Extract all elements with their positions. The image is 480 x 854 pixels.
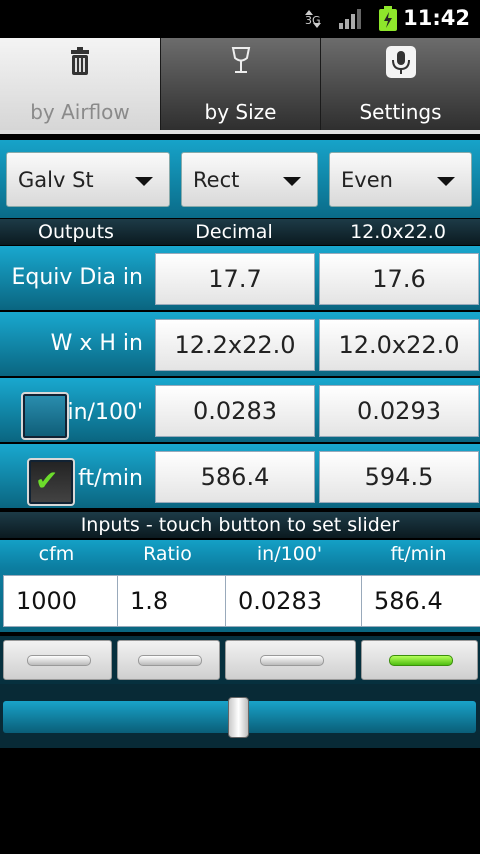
friction-input[interactable]: 0.0283 [225,575,368,627]
ratio-input[interactable]: 1.8 [117,575,232,627]
decimal-value: 586.4 [155,451,315,503]
input-header-cfm: cfm [38,543,75,565]
material-dropdown[interactable]: Galv St [6,152,170,207]
inputs-row: 1000 1.8 0.0283 586.4 [0,568,480,632]
outputs-title: Outputs [38,221,114,243]
tab-by-airflow[interactable]: by Airflow [0,38,160,130]
input-header-friction: in/100' [256,543,323,565]
row-label: ft/min [78,466,143,491]
inputs-header: cfm Ratio in/100' ft/min [0,540,480,568]
cfm-input[interactable]: 1000 [3,575,124,627]
wine-glass-icon [230,46,252,81]
shape-value: Rect [193,168,240,192]
indicator-light-active-icon [388,655,453,666]
network-type-label: 3G [305,14,321,27]
decimal-value: 12.2x22.0 [155,319,315,371]
select-friction-button[interactable] [225,640,356,680]
output-row-equiv-dia: Equiv Dia in 17.7 17.6 [0,246,480,310]
outputs-header: Outputs Decimal 12.0x22.0 [0,219,480,245]
tab-label: by Size [204,100,277,124]
battery-charging-icon [378,6,400,36]
decimal-value: 17.7 [155,253,315,305]
value-slider-thumb[interactable] [228,697,249,738]
velocity-checkbox[interactable]: ✔ [27,458,75,506]
output-row-w-x-h: W x H in 12.2x22.0 12.0x22.0 [0,312,480,376]
row-label: W x H in [50,331,143,356]
select-cfm-button[interactable] [3,640,112,680]
clock: 11:42 [403,6,470,30]
input-header-velocity: ft/min [390,543,447,565]
size-value: 594.5 [319,451,479,503]
slider-select-buttons [0,636,480,684]
tab-label: Settings [359,100,442,124]
chevron-down-icon [437,177,455,186]
tab-divider [0,130,480,134]
output-row-friction: in/100' 0.0283 0.0293 [0,378,480,442]
size-column-header: 12.0x22.0 [350,221,446,243]
inputs-title-bar: Inputs - touch button to set slider [0,512,480,538]
chevron-down-icon [283,177,301,186]
size-value: 12.0x22.0 [319,319,479,371]
output-row-velocity: ✔ ft/min 586.4 594.5 [0,444,480,508]
row-label: Equiv Dia in [11,265,143,290]
input-header-ratio: Ratio [143,543,192,565]
size-value: 0.0293 [319,385,479,437]
microphone-icon [385,46,416,83]
decimal-value: 0.0283 [155,385,315,437]
material-value: Galv St [18,168,94,192]
size-value: 17.6 [319,253,479,305]
shape-dropdown[interactable]: Rect [181,152,318,207]
tab-settings[interactable]: Settings [320,38,480,130]
trash-can-icon [67,46,93,81]
select-velocity-button[interactable] [361,640,478,680]
chevron-down-icon [135,177,153,186]
selector-bar: Galv St Rect Even [0,140,480,218]
tab-label: by Airflow [30,100,130,124]
velocity-input[interactable]: 586.4 [361,575,480,627]
status-bar: 3G 11:42 [0,0,480,38]
friction-checkbox[interactable] [21,392,69,440]
rounding-dropdown[interactable]: Even [329,152,472,207]
checkmark-icon: ✔ [35,464,59,497]
rounding-value: Even [341,168,393,192]
signal-icon [338,8,364,34]
inputs-title: Inputs - touch button to set slider [80,514,400,536]
select-ratio-button[interactable] [117,640,220,680]
decimal-column-header: Decimal [195,221,273,243]
indicator-light-icon [26,655,91,666]
row-label: in/100' [67,400,143,425]
indicator-light-icon [259,655,324,666]
tab-by-size[interactable]: by Size [160,38,320,130]
indicator-light-icon [137,655,202,666]
